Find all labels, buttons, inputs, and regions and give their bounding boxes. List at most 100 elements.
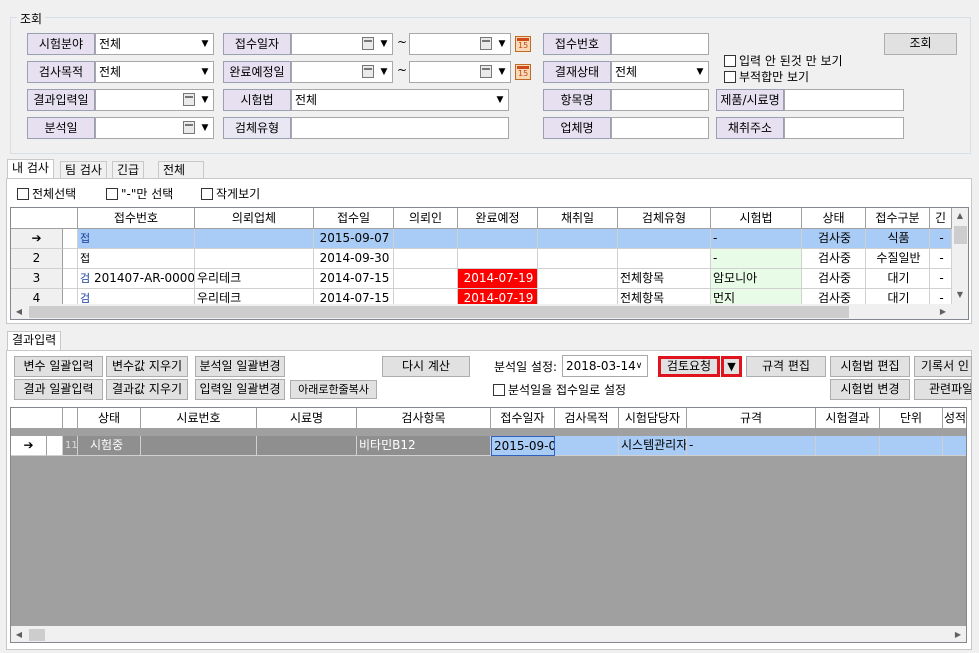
date-cell[interactable]: 2014-07-15 xyxy=(314,269,394,289)
collect-cell[interactable] xyxy=(538,229,618,249)
checkbox-box[interactable] xyxy=(17,188,29,200)
grade-cell[interactable] xyxy=(943,436,966,456)
var-clear-button[interactable]: 변수값 지우기 xyxy=(106,356,188,377)
tab-urgent[interactable]: 긴급 xyxy=(112,161,145,179)
due-cell[interactable] xyxy=(458,229,538,249)
company-input[interactable] xyxy=(611,117,709,139)
row-check-cell[interactable] xyxy=(63,229,78,249)
recalc-button[interactable]: 다시 계산 xyxy=(382,356,470,377)
company-cell[interactable]: 우리테크 xyxy=(195,269,314,289)
purpose-select[interactable]: 전체 ▼ xyxy=(95,61,214,83)
row-index-cell[interactable]: 11 xyxy=(63,436,78,456)
result-bulk-button[interactable]: 결과 일괄입력 xyxy=(14,379,103,400)
col-header-requester[interactable]: 의뢰인 xyxy=(394,208,458,229)
tab-all[interactable]: 전체 xyxy=(158,161,204,179)
analysis-date[interactable]: ▼ xyxy=(95,117,214,139)
col-header-status[interactable]: 상태 xyxy=(78,408,141,429)
manager-cell[interactable]: 시스템관리자 xyxy=(619,436,687,456)
scroll-thumb[interactable] xyxy=(29,306,849,318)
method-edit-button[interactable]: 시험법 편집 xyxy=(830,356,910,377)
same-as-receipt-checkbox[interactable]: 분석일을 접수일로 설정 xyxy=(493,383,626,397)
scroll-up-icon[interactable]: ▲ xyxy=(953,211,967,220)
row-header[interactable]: 2 xyxy=(11,249,63,269)
unit-cell[interactable] xyxy=(880,436,943,456)
checkbox-box[interactable] xyxy=(106,188,118,200)
requester-cell[interactable] xyxy=(394,229,458,249)
due-date-from[interactable]: ▼ xyxy=(291,61,393,83)
fail-only-checkbox[interactable]: 부적합만 보기 xyxy=(724,70,809,84)
col-header-extra[interactable]: 긴 xyxy=(930,208,952,229)
collect-cell[interactable] xyxy=(538,269,618,289)
due-cell[interactable] xyxy=(458,249,538,269)
col-header-date[interactable]: 접수일 xyxy=(314,208,394,229)
review-request-button[interactable]: 검토요청 xyxy=(658,356,720,377)
col-header-receipt[interactable]: 접수번호 xyxy=(78,208,195,229)
date-cell[interactable]: 2015-09-07 xyxy=(314,229,394,249)
related-files-button[interactable]: 관련파일 xyxy=(914,379,972,400)
result-grid-hscroll[interactable]: ◀ ▶ xyxy=(11,626,966,642)
result-input-date[interactable]: ▼ xyxy=(95,89,214,111)
row-check-cell[interactable] xyxy=(63,269,78,289)
dash-only-checkbox[interactable]: "-"만 선택 xyxy=(106,187,173,201)
company-cell[interactable] xyxy=(195,249,314,269)
col-header-status[interactable]: 상태 xyxy=(802,208,866,229)
result-cell[interactable] xyxy=(816,436,880,456)
result-grid[interactable]: 상태 시료번호 시료명 검사항목 접수일자 검사목적 시험담당자 규격 시험결과… xyxy=(10,407,967,643)
collect-cell[interactable] xyxy=(538,249,618,269)
status-cell[interactable]: 검사중 xyxy=(802,229,866,249)
address-input[interactable] xyxy=(784,117,904,139)
row-check-cell[interactable] xyxy=(63,249,78,269)
col-header-sample-name[interactable]: 시료명 xyxy=(257,408,357,429)
col-header-due[interactable]: 완료예정 xyxy=(458,208,538,229)
sample-type-input[interactable] xyxy=(291,117,509,139)
method-cell[interactable]: - xyxy=(711,249,802,269)
scroll-left-icon[interactable]: ◀ xyxy=(12,630,26,639)
sample-name-cell[interactable] xyxy=(257,436,357,456)
scroll-thumb[interactable] xyxy=(29,629,45,641)
checkbox-box[interactable] xyxy=(493,384,505,396)
result-clear-button[interactable]: 결과값 지우기 xyxy=(106,379,188,400)
col-header-receipt-date[interactable]: 접수일자 xyxy=(491,408,555,429)
top-grid-hscroll[interactable]: ◀ ▶ xyxy=(11,304,968,319)
method-cell[interactable]: 암모니아 xyxy=(711,269,802,289)
extra-cell[interactable]: - xyxy=(930,229,952,249)
due-date-to[interactable]: ▼ xyxy=(409,61,511,83)
col-header-item[interactable]: 검사항목 xyxy=(357,408,491,429)
purpose-cell[interactable] xyxy=(555,436,619,456)
row-header[interactable]: ➔ xyxy=(11,229,63,249)
tab-my-tests[interactable]: 내 검사 xyxy=(7,159,54,179)
kind-cell[interactable]: 수질일반 xyxy=(866,249,930,269)
col-header-result[interactable]: 시험결과 xyxy=(816,408,880,429)
table-row[interactable]: 3 검 201407-AR-00001 우리테크 2014-07-15 2014… xyxy=(11,269,952,289)
top-grid-vscroll[interactable]: ▲ ▼ xyxy=(952,208,968,304)
receipt-date-to[interactable]: ▼ xyxy=(409,33,511,55)
scroll-left-icon[interactable]: ◀ xyxy=(12,307,26,316)
col-header-company[interactable]: 의뢰업체 xyxy=(195,208,314,229)
kind-cell[interactable]: 식품 xyxy=(866,229,930,249)
col-header-sample-no[interactable]: 시료번호 xyxy=(141,408,257,429)
spec-edit-button[interactable]: 규격 편집 xyxy=(746,356,826,377)
due-cell[interactable]: 2014-07-19 xyxy=(458,269,538,289)
method-select[interactable]: 전체 ▼ xyxy=(291,89,509,111)
checkbox-box[interactable] xyxy=(201,188,213,200)
receipt-no-input[interactable] xyxy=(611,33,709,55)
scroll-thumb[interactable] xyxy=(954,226,967,244)
extra-cell[interactable]: - xyxy=(930,269,952,289)
receipt-date-from[interactable]: ▼ xyxy=(291,33,393,55)
tab-team-tests[interactable]: 팀 검사 xyxy=(60,161,107,179)
product-input[interactable] xyxy=(784,89,904,111)
kind-cell[interactable]: 대기 xyxy=(866,269,930,289)
checkbox-box[interactable] xyxy=(724,55,736,67)
status-cell[interactable]: 시험중 xyxy=(78,436,141,456)
query-button[interactable]: 조회 xyxy=(884,33,957,55)
col-header-purpose[interactable]: 검사목적 xyxy=(555,408,619,429)
date-cell[interactable]: 2014-09-30 xyxy=(314,249,394,269)
table-row[interactable]: 2 접 2014-09-30 - 검사중 수질일반 - xyxy=(11,249,952,269)
col-header-kind[interactable]: 접수구분 xyxy=(866,208,930,229)
sample-type-cell[interactable] xyxy=(618,229,711,249)
small-view-checkbox[interactable]: 작게보기 xyxy=(201,187,260,201)
spec-cell[interactable]: - xyxy=(687,436,816,456)
receipt-cell[interactable]: 접 xyxy=(78,249,195,269)
receipt-cell[interactable]: 검 201407-AR-00001 xyxy=(78,269,195,289)
checkbox-box[interactable] xyxy=(724,71,736,83)
